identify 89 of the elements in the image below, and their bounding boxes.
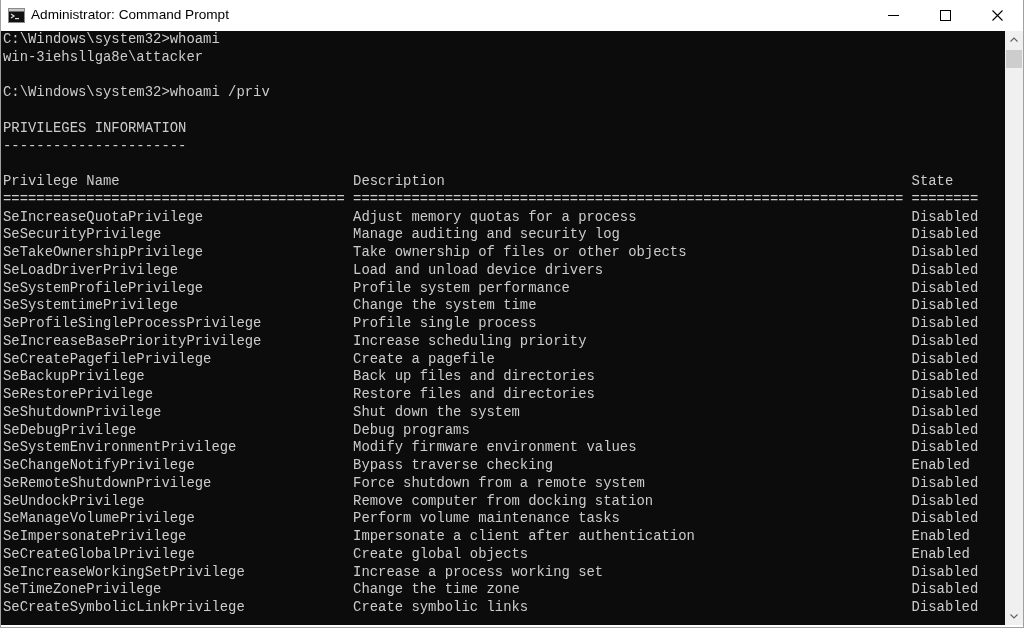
- privilege-state: Disabled: [911, 315, 979, 333]
- privilege-name: SeRestorePrivilege: [3, 386, 154, 404]
- privilege-name: SeTimeZonePrivilege: [3, 581, 162, 599]
- privilege-name: SeImpersonatePrivilege: [3, 528, 187, 546]
- privilege-name: SeShutdownPrivilege: [3, 403, 162, 422]
- privilege-description: Force shutdown from a remote system: [353, 474, 645, 493]
- privilege-state: Disabled: [911, 492, 979, 511]
- privilege-name: SeIncreaseQuotaPrivilege: [3, 208, 204, 227]
- privilege-name: SeBackupPrivilege: [3, 368, 145, 386]
- maximize-icon: [939, 10, 951, 21]
- privilege-state: Enabled: [911, 457, 970, 475]
- column-header: Description: [353, 173, 445, 191]
- privilege-name: SeSystemProfilePrivilege: [3, 279, 204, 298]
- privilege-state: Disabled: [911, 332, 979, 351]
- privilege-state: Disabled: [911, 403, 979, 422]
- heading-underline: ----------------------: [3, 137, 187, 156]
- privilege-description: Profile system performance: [353, 279, 570, 298]
- privilege-name: SeSecurityPrivilege: [3, 226, 162, 244]
- privilege-description: Shut down the system: [353, 403, 520, 422]
- privilege-state: Disabled: [911, 261, 979, 280]
- column-underline: ========: [911, 190, 979, 209]
- column-underline: =========================================: [3, 190, 345, 209]
- privilege-name: SeManageVolumePrivilege: [3, 510, 195, 528]
- console-app-icon: [8, 8, 25, 23]
- privilege-description: Take ownership of files or other objects: [353, 244, 687, 262]
- privilege-name: SeIncreaseWorkingSetPrivilege: [3, 563, 245, 582]
- privilege-state: Disabled: [911, 510, 979, 528]
- privilege-name: SeLoadDriverPrivilege: [3, 261, 179, 280]
- privilege-description: Remove computer from docking station: [353, 492, 654, 511]
- privilege-state: Disabled: [911, 421, 979, 440]
- privilege-state: Enabled: [911, 545, 970, 564]
- privilege-state: Disabled: [911, 279, 979, 298]
- privilege-description: Adjust memory quotas for a process: [353, 208, 637, 227]
- privilege-description: Create a pagefile: [353, 350, 495, 369]
- privilege-description: Modify firmware environment values: [353, 439, 637, 457]
- privilege-state: Enabled: [911, 528, 970, 546]
- privilege-state: Disabled: [911, 226, 979, 244]
- privilege-description: Manage auditing and security log: [353, 226, 620, 244]
- privilege-state: Disabled: [911, 563, 979, 582]
- privilege-name: SeIncreaseBasePriorityPrivilege: [3, 332, 262, 351]
- privilege-description: Perform volume maintenance tasks: [353, 510, 620, 528]
- privilege-description: Load and unload device drivers: [353, 261, 604, 280]
- privilege-description: Increase a process working set: [353, 563, 604, 582]
- privilege-state: Disabled: [911, 368, 979, 386]
- scroll-up-icon[interactable]: [1010, 37, 1018, 42]
- privilege-description: Create symbolic links: [353, 599, 529, 617]
- section-heading: PRIVILEGES INFORMATION: [3, 119, 187, 138]
- privilege-name: SeUndockPrivilege: [3, 492, 145, 511]
- privilege-state: Disabled: [911, 581, 979, 599]
- privilege-description: Profile single process: [353, 315, 537, 333]
- privilege-description: Change the time zone: [353, 581, 520, 599]
- scrollbar[interactable]: [1005, 31, 1023, 625]
- privilege-name: SeDebugPrivilege: [3, 421, 137, 440]
- privilege-name: SeChangeNotifyPrivilege: [3, 457, 195, 475]
- window-title: Administrator: Command Prompt: [31, 6, 229, 25]
- privilege-name: SeRemoteShutdownPrivilege: [3, 474, 212, 493]
- column-header: Privilege Name: [3, 173, 120, 191]
- scroll-thumb[interactable]: [1006, 50, 1022, 68]
- column-underline: ==================================================================: [353, 190, 904, 209]
- close-icon: [991, 10, 1003, 21]
- privilege-state: Disabled: [911, 208, 979, 227]
- privilege-state: Disabled: [911, 244, 979, 262]
- privilege-state: Disabled: [911, 297, 979, 315]
- column-header: State: [911, 173, 954, 191]
- privilege-name: SeSystemtimePrivilege: [3, 297, 179, 315]
- command-line: C:\Windows\system32>whoami: [3, 31, 220, 49]
- command-line: C:\Windows\system32>whoami /priv: [3, 84, 270, 102]
- privilege-description: Impersonate a client after authentication: [353, 528, 695, 546]
- privilege-name: SeCreatePagefilePrivilege: [3, 350, 212, 369]
- privilege-description: Increase scheduling priority: [353, 332, 587, 351]
- privilege-name: SeCreateSymbolicLinkPrivilege: [3, 599, 245, 617]
- privilege-description: Change the system time: [353, 297, 537, 315]
- minimize-icon: [887, 15, 899, 16]
- privilege-description: Back up files and directories: [353, 368, 595, 386]
- privilege-name: SeCreateGlobalPrivilege: [3, 545, 195, 564]
- privilege-state: Disabled: [911, 599, 979, 617]
- privilege-state: Disabled: [911, 350, 979, 369]
- privilege-name: SeProfileSingleProcessPrivilege: [3, 315, 262, 333]
- privilege-description: Debug programs: [353, 421, 470, 440]
- scroll-down-icon[interactable]: [1010, 614, 1018, 619]
- privilege-description: Restore files and directories: [353, 386, 595, 404]
- privilege-state: Disabled: [911, 439, 979, 457]
- privilege-state: Disabled: [911, 474, 979, 493]
- privilege-name: SeTakeOwnershipPrivilege: [3, 244, 204, 262]
- output-line: win-3iehsllga8e\attacker: [3, 48, 204, 67]
- privilege-state: Disabled: [911, 386, 979, 404]
- privilege-description: Bypass traverse checking: [353, 457, 554, 475]
- privilege-name: SeSystemEnvironmentPrivilege: [3, 439, 237, 457]
- privilege-description: Create global objects: [353, 545, 529, 564]
